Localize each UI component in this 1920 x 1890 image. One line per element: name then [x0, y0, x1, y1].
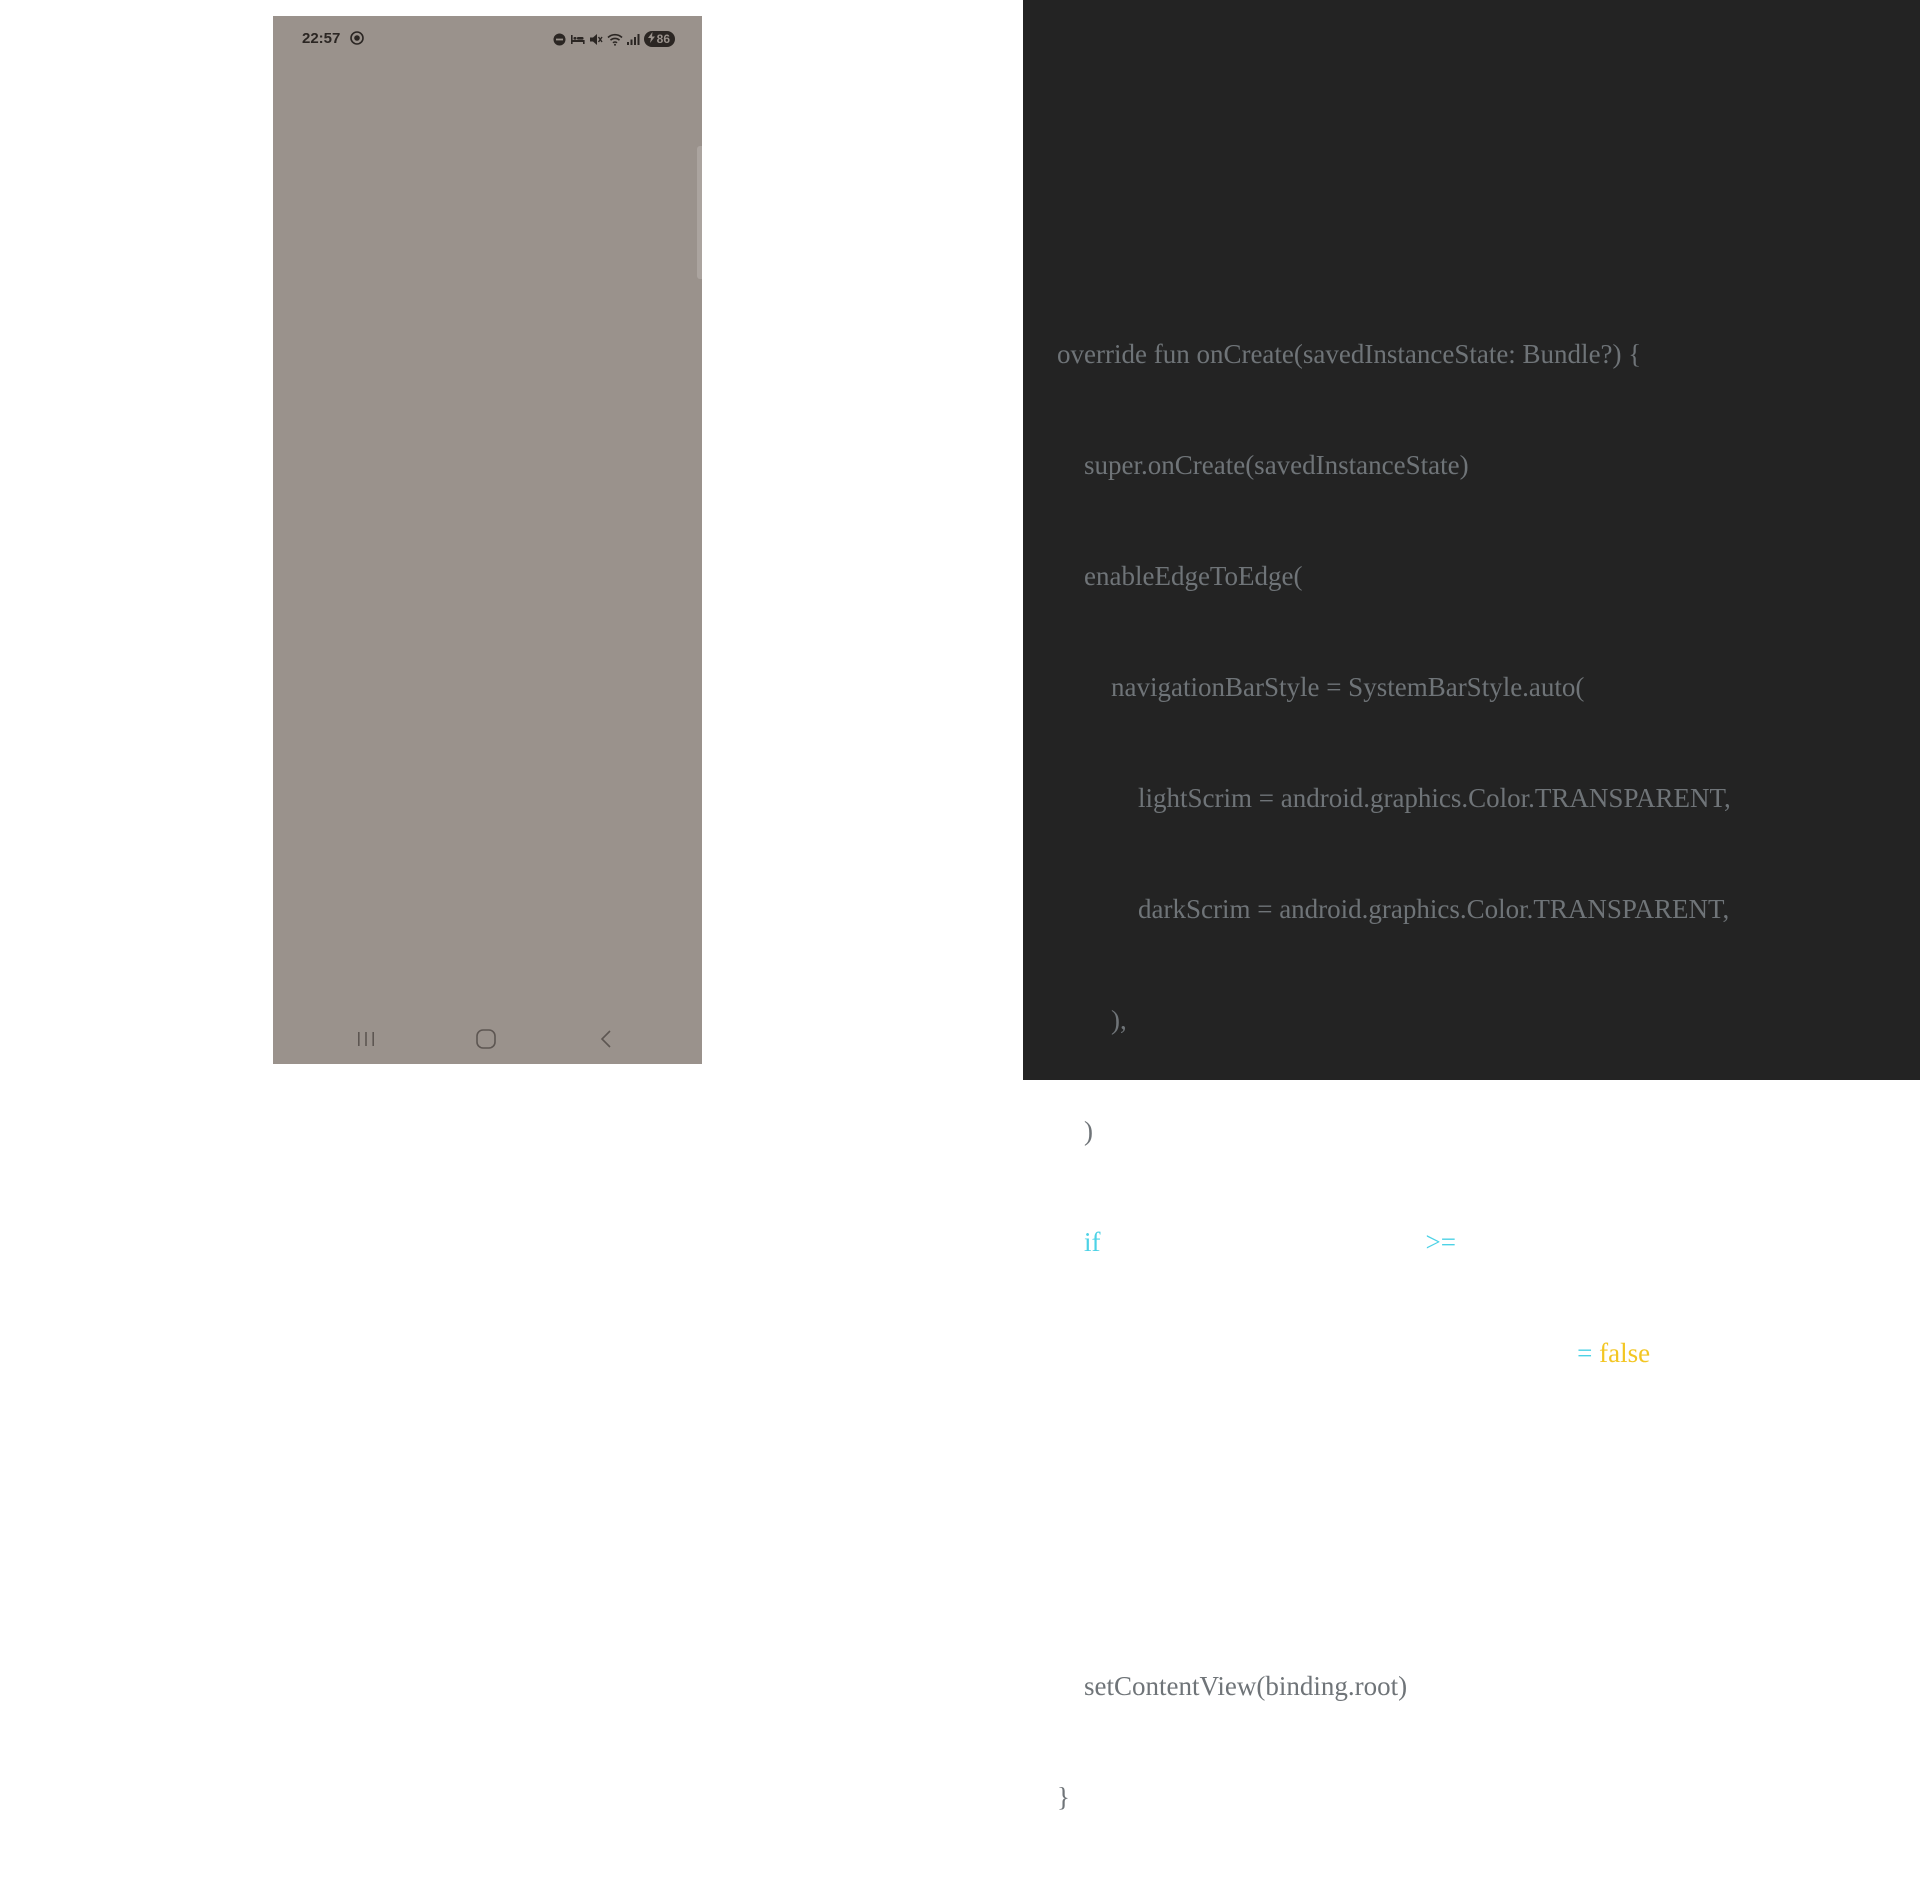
code-line: lightScrim = android.graphics.Color.TRAN… — [1057, 783, 1731, 813]
recents-button[interactable] — [353, 1028, 379, 1054]
sleep-mode-icon — [570, 33, 585, 45]
mute-icon — [589, 33, 603, 46]
code-line: super.onCreate(savedInstanceState) — [1057, 450, 1469, 480]
code-text: Build.VERSION_CODES.Q) { — [1455, 1227, 1804, 1257]
do-not-disturb-icon — [553, 33, 566, 46]
code-line: navigationBarStyle = SystemBarStyle.auto… — [1057, 672, 1585, 702]
home-button[interactable] — [473, 1028, 499, 1054]
code-operator: = — [1577, 1338, 1593, 1368]
code-line-highlighted: } — [1057, 1449, 1097, 1479]
code-block: override fun onCreate(savedInstanceState… — [1057, 262, 1803, 1890]
code-panel: override fun onCreate(savedInstanceState… — [1023, 0, 1920, 1812]
focus-mode-icon — [350, 31, 366, 47]
scroll-indicator[interactable] — [697, 146, 702, 279]
battery-indicator: 86 — [643, 31, 675, 47]
code-line: ) — [1057, 1116, 1093, 1146]
status-bar: 22:57 86 — [273, 16, 702, 62]
back-icon — [596, 1028, 616, 1055]
signal-icon — [626, 33, 640, 45]
navigation-bar — [273, 1016, 702, 1064]
code-line: darkScrim = android.graphics.Color.TRANS… — [1057, 894, 1730, 924]
battery-level: 86 — [656, 32, 670, 46]
code-text: (Build.VERSION.SDK_INT — [1100, 1227, 1426, 1257]
code-line-highlighted: if (Build.VERSION.SDK_INT >= Build.VERSI… — [1057, 1224, 1803, 1261]
code-keyword: if — [1084, 1227, 1101, 1257]
recents-icon — [355, 1029, 377, 1054]
code-line: ), — [1057, 1005, 1127, 1035]
code-line: enableEdgeToEdge( — [1057, 561, 1303, 591]
battery-charging-icon — [647, 32, 655, 46]
code-line: setContentView(binding.root) — [1057, 1671, 1408, 1701]
home-icon — [475, 1028, 497, 1055]
status-time: 22:57 — [302, 30, 341, 47]
back-button[interactable] — [593, 1028, 619, 1054]
code-text: window.isNavigationBarContrastEnforced — [1111, 1338, 1578, 1368]
code-line-highlighted: window.isNavigationBarContrastEnforced =… — [1057, 1335, 1803, 1372]
status-icons: 86 — [553, 30, 675, 48]
wifi-icon — [607, 33, 623, 46]
code-line: override fun onCreate(savedInstanceState… — [1057, 339, 1642, 369]
code-literal: false — [1599, 1338, 1651, 1368]
phone-screen: 22:57 86 — [273, 16, 702, 1064]
code-operator: >= — [1425, 1227, 1456, 1257]
code-line: } — [1057, 1782, 1070, 1812]
